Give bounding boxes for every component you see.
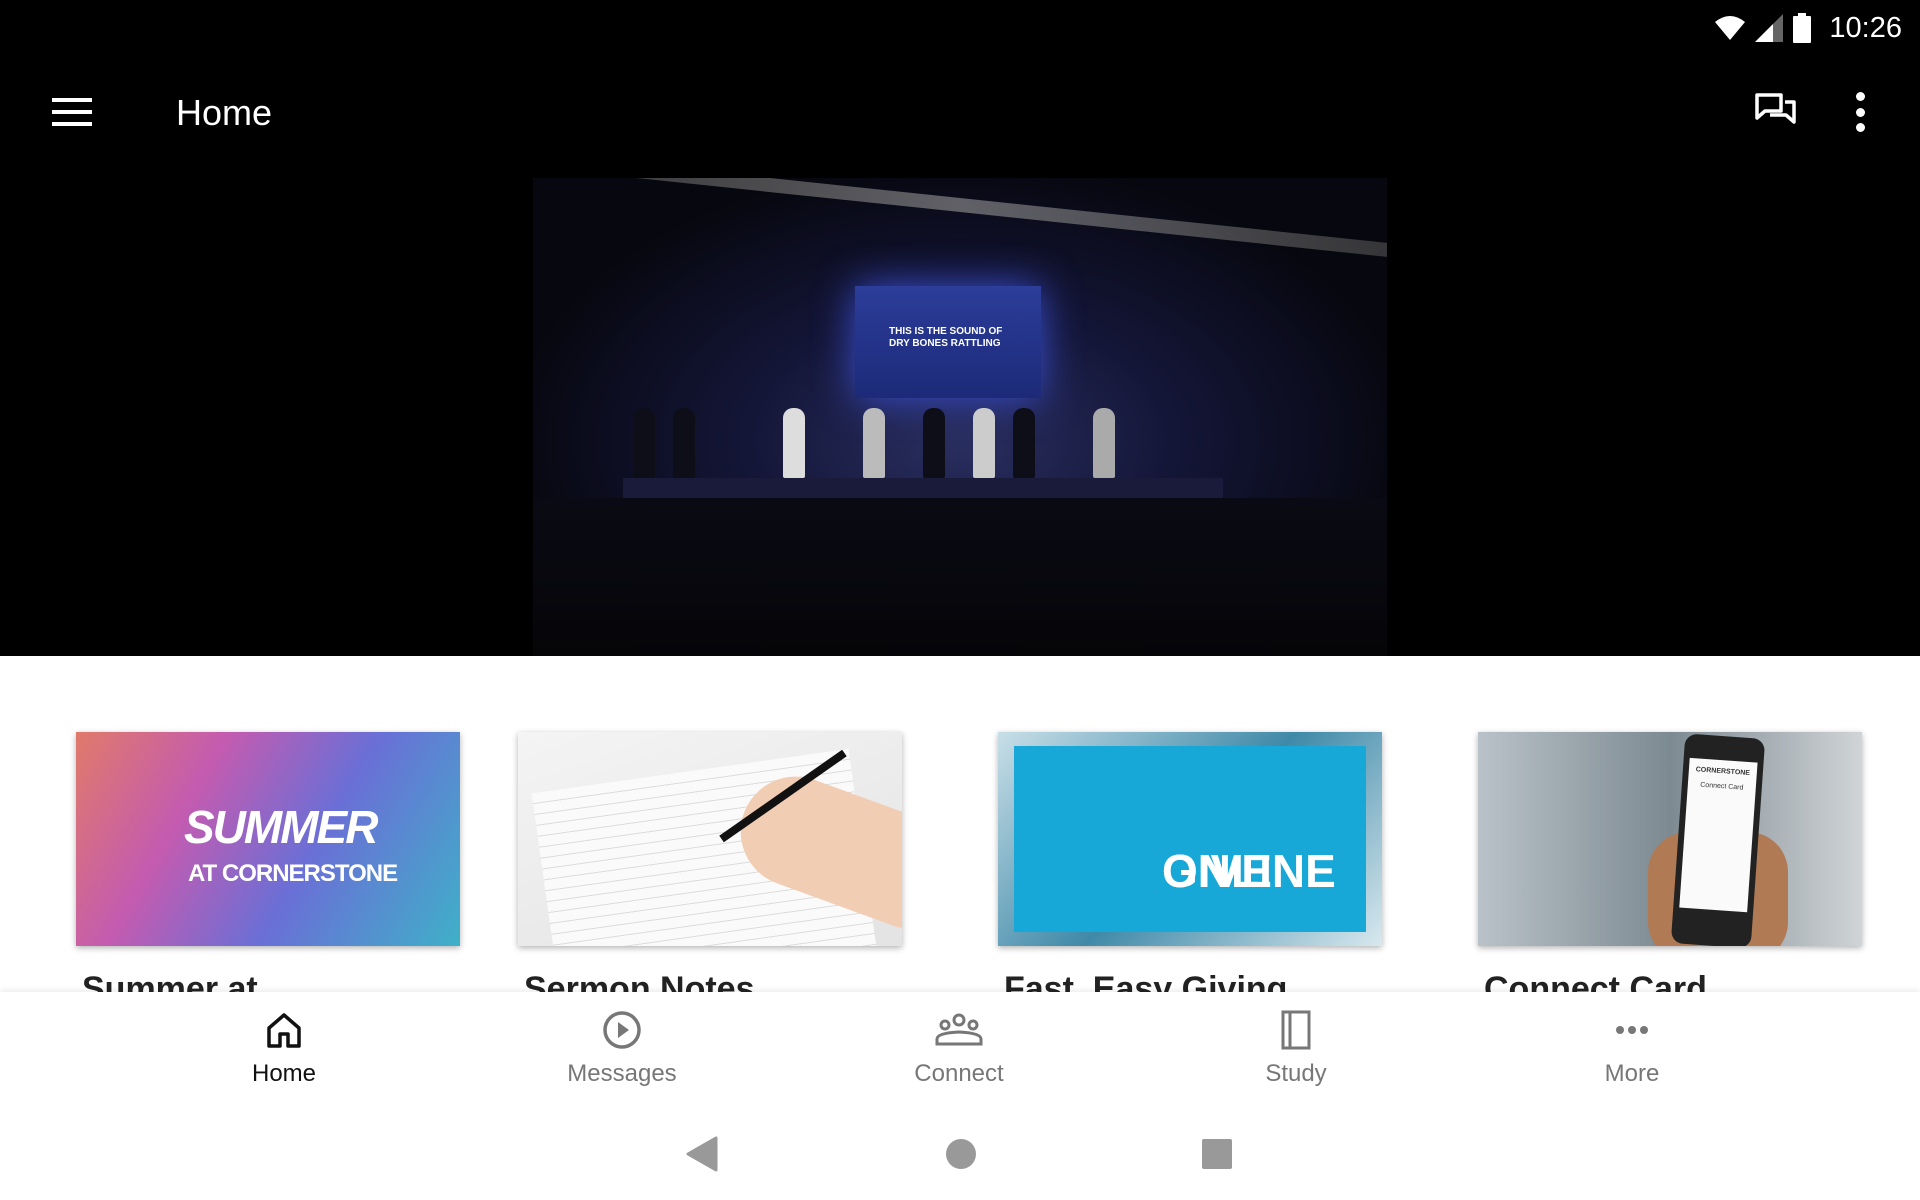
performer bbox=[783, 408, 805, 478]
card-giving[interactable]: GIVE ONLINE Fast, Easy Giving bbox=[998, 732, 1382, 992]
tab-study[interactable]: Study bbox=[1186, 992, 1406, 1114]
stage-screen: THIS IS THE SOUND OF DRY BONES RATTLING bbox=[855, 286, 1041, 398]
tab-more[interactable]: More bbox=[1522, 992, 1742, 1114]
more-horiz-icon bbox=[1616, 1026, 1648, 1034]
performer bbox=[1093, 408, 1115, 478]
app-bar: Home bbox=[0, 60, 1920, 164]
performer bbox=[633, 408, 655, 478]
recents-icon[interactable] bbox=[1201, 1136, 1233, 1172]
card-image: SUMMER AT CORNERSTONE bbox=[76, 732, 460, 946]
book-icon bbox=[1281, 1010, 1311, 1050]
tab-messages[interactable]: Messages bbox=[512, 992, 732, 1114]
card-title: Sermon Notes bbox=[524, 970, 755, 992]
performer bbox=[973, 408, 995, 478]
home-icon bbox=[267, 1013, 301, 1048]
performer bbox=[863, 408, 885, 478]
hero-image[interactable]: THIS IS THE SOUND OF DRY BONES RATTLING bbox=[533, 178, 1387, 656]
content-cards: SUMMER AT CORNERSTONE Summer at Sermon N… bbox=[0, 656, 1920, 992]
chat-icon[interactable] bbox=[1754, 90, 1798, 134]
clock: 10:26 bbox=[1829, 11, 1902, 44]
bottom-navigation: Home Messages Connect Study More bbox=[0, 992, 1920, 1114]
menu-icon[interactable] bbox=[52, 98, 92, 126]
card-summer[interactable]: SUMMER AT CORNERSTONE Summer at bbox=[76, 732, 460, 992]
wifi-icon bbox=[1715, 16, 1746, 40]
card-connect[interactable]: CORNERSTONE Connect Card Connect Card bbox=[1478, 732, 1862, 992]
back-icon[interactable] bbox=[686, 1136, 718, 1172]
tab-home[interactable]: Home bbox=[174, 992, 394, 1114]
signal-icon bbox=[1755, 14, 1784, 42]
card-image: GIVE ONLINE bbox=[998, 732, 1382, 946]
page-title: Home bbox=[176, 92, 273, 133]
group-icon bbox=[935, 1013, 983, 1046]
card-title: Summer at bbox=[82, 970, 258, 992]
header-area: 10:26 Home THIS IS THE SOUND OF DRY BONE… bbox=[0, 0, 1920, 656]
card-image bbox=[518, 732, 902, 946]
stage-truss bbox=[533, 178, 1387, 257]
performer bbox=[1013, 408, 1035, 478]
play-circle-icon bbox=[603, 1011, 641, 1049]
performer bbox=[923, 408, 945, 478]
card-sermon-notes[interactable]: Sermon Notes bbox=[518, 732, 902, 992]
card-title: Connect Card bbox=[1484, 970, 1707, 992]
more-vert-icon[interactable] bbox=[1848, 92, 1872, 132]
audience bbox=[533, 498, 1387, 656]
card-title: Fast, Easy Giving bbox=[1004, 970, 1288, 992]
battery-icon bbox=[1793, 13, 1812, 43]
performer bbox=[673, 408, 695, 478]
home-circle-icon[interactable] bbox=[945, 1136, 977, 1172]
tab-connect[interactable]: Connect bbox=[849, 992, 1069, 1114]
card-image: CORNERSTONE Connect Card bbox=[1478, 732, 1862, 946]
system-navigation-bar bbox=[0, 1114, 1920, 1200]
status-bar: 10:26 bbox=[1715, 8, 1902, 48]
